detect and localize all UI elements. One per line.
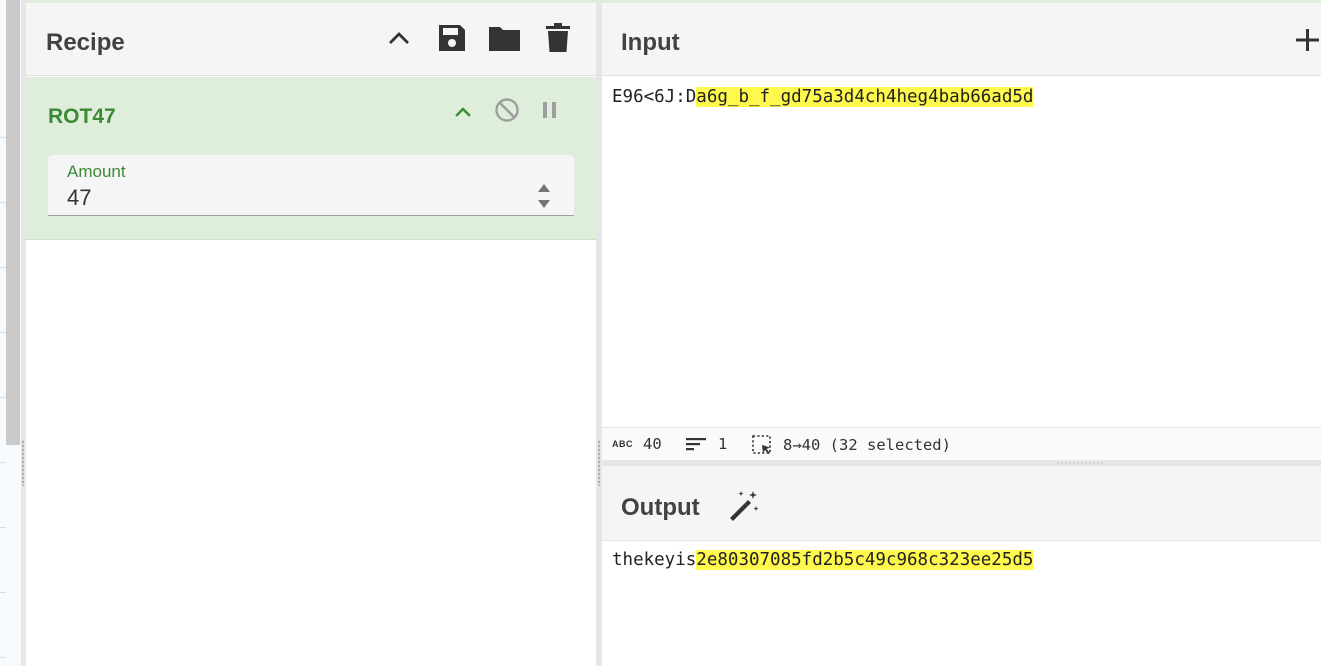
input-text-selection: a6g_b_f_gd75a3d4ch4heg4bab66ad5d (696, 87, 1034, 107)
operation-rot47[interactable]: ROT47 Amount 47 (26, 77, 596, 240)
selection-stat: 8→40 (32 selected) (752, 435, 951, 455)
magic-wand-icon[interactable] (727, 488, 761, 522)
input-title: Input (621, 29, 680, 56)
lines-icon (686, 436, 706, 452)
selection-icon (752, 435, 772, 455)
input-text-unselected: E96<6J:D (612, 87, 697, 107)
pause-icon[interactable] (537, 97, 563, 123)
amount-stepper[interactable] (536, 181, 552, 211)
length-stat: ABC 40 (612, 435, 662, 453)
chevron-up-icon[interactable] (384, 23, 414, 53)
input-panel: Input E96<6J:Da6g_b_f_gd75a3d4ch4heg4bab… (602, 3, 1321, 460)
length-value: 40 (643, 435, 662, 453)
input-header: Input (602, 3, 1321, 76)
output-text-selection: 2e80307085fd2b5c49c968c323ee25d5 (696, 550, 1034, 570)
chevron-up-icon[interactable] (450, 99, 476, 125)
operations-scrollbar[interactable] (6, 0, 20, 445)
operations-panel-edge (0, 0, 21, 666)
recipe-title: Recipe (46, 29, 125, 56)
folder-icon[interactable] (487, 23, 523, 53)
output-text-unselected: thekeyis (612, 550, 697, 570)
trash-icon[interactable] (543, 23, 573, 53)
amount-label: Amount (67, 162, 126, 181)
abc-icon: ABC (612, 439, 633, 449)
amount-field[interactable]: Amount 47 (48, 155, 574, 216)
output-panel: Output thekeyis2e80307085fd2b5c49c968c32… (602, 466, 1321, 666)
plus-icon[interactable] (1294, 25, 1321, 55)
save-icon[interactable] (437, 23, 467, 53)
selection-value: 8→40 (32 selected) (783, 436, 951, 454)
output-header: Output (602, 466, 1321, 541)
input-textarea[interactable]: E96<6J:Da6g_b_f_gd75a3d4ch4heg4bab66ad5d (612, 87, 1034, 107)
lines-value: 1 (718, 435, 728, 453)
output-title: Output (621, 494, 700, 521)
recipe-header: Recipe (26, 3, 596, 76)
lines-stat: 1 (686, 435, 727, 453)
recipe-panel: Recipe ROT47 Amount 47 (26, 3, 596, 666)
operation-title: ROT47 (48, 105, 116, 128)
disable-icon[interactable] (494, 97, 520, 123)
output-textarea[interactable]: thekeyis2e80307085fd2b5c49c968c323ee25d5 (612, 550, 1034, 570)
amount-value[interactable]: 47 (67, 185, 91, 211)
input-status-bar: ABC 40 1 8→40 (32 selected) (602, 427, 1321, 460)
